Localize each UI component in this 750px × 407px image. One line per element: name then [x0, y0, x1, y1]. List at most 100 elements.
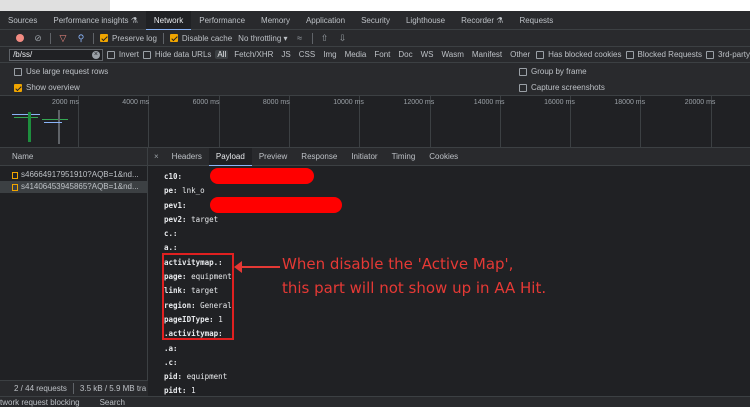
name-column-header[interactable]: Name — [0, 148, 147, 166]
timeline-bar — [58, 110, 60, 144]
hide-data-urls-checkbox[interactable]: Hide data URLs — [142, 50, 211, 59]
payload-key: c.: — [164, 229, 178, 239]
devtools-tab-requests[interactable]: Requests — [511, 11, 561, 30]
drawer-tab-twork-request-blocking[interactable]: twork request blocking — [0, 398, 80, 407]
timeline-bar — [12, 114, 40, 115]
disable-cache-checkbox[interactable]: Disable cache — [169, 33, 233, 43]
devtools-tab-performance-insights[interactable]: Performance insights ⚗ — [45, 11, 146, 30]
filter-type-media[interactable]: Media — [343, 50, 369, 59]
network-toolbar: ⊘ ▽ ⚲ Preserve log Disable cache No thro… — [0, 30, 750, 47]
capture-screenshots-label: Capture screenshots — [531, 83, 605, 92]
filter-type-doc[interactable]: Doc — [396, 50, 414, 59]
redaction-c10 — [210, 168, 314, 184]
filter-type-other[interactable]: Other — [508, 50, 532, 59]
tab-headers[interactable]: Headers — [165, 148, 209, 166]
request-count: 2 / 44 requests — [14, 384, 67, 393]
timeline-tick-label: 20000 ms — [684, 99, 716, 106]
third-party-checkbox[interactable]: 3rd-party — [705, 50, 750, 59]
devtools-tab-application[interactable]: Application — [298, 11, 353, 30]
throttling-value: No throttling — [238, 33, 282, 43]
timeline-tick-label: 4000 ms — [122, 99, 150, 106]
filter-input[interactable]: /b/ss/ × — [9, 48, 103, 61]
tab-initiator[interactable]: Initiator — [344, 148, 384, 166]
separator — [311, 32, 313, 44]
has-blocked-cookies-label: Has blocked cookies — [548, 50, 622, 59]
filter-type-font[interactable]: Font — [372, 50, 392, 59]
export-icon[interactable]: ⇩ — [337, 32, 349, 44]
timeline-tick-label: 10000 ms — [333, 99, 364, 106]
record-icon[interactable] — [14, 32, 26, 44]
blocked-requests-checkbox[interactable]: Blocked Requests — [625, 50, 702, 59]
invert-checkbox[interactable]: Invert — [106, 50, 139, 59]
timeline-bar — [44, 122, 62, 123]
capture-screenshots-checkbox[interactable]: Capture screenshots — [519, 83, 605, 92]
browser-tab-thumb — [0, 0, 110, 11]
large-rows-checkbox[interactable]: Use large request rows — [14, 67, 108, 76]
devtools-tab-sources[interactable]: Sources — [0, 11, 45, 30]
search-icon[interactable]: ⚲ — [75, 32, 87, 44]
tab-response[interactable]: Response — [294, 148, 344, 166]
close-details-icon[interactable]: × — [148, 152, 165, 161]
payload-value: lnk_o — [182, 186, 205, 196]
network-settings: Use large request rows Group by frame Sh… — [0, 63, 750, 96]
filter-icon[interactable]: ▽ — [57, 32, 69, 44]
drawer-tab-search[interactable]: Search — [100, 398, 125, 407]
payload-value: target — [191, 214, 219, 224]
payload-row: .a: — [164, 342, 232, 356]
payload-value: equipment — [186, 372, 228, 382]
payload-key: .a: — [164, 343, 178, 353]
filter-type-js[interactable]: JS — [279, 50, 292, 59]
tab-timing[interactable]: Timing — [385, 148, 423, 166]
preserve-log-label: Preserve log — [112, 33, 157, 43]
devtools-tab-lighthouse[interactable]: Lighthouse — [398, 11, 453, 30]
devtools-tab-performance[interactable]: Performance — [191, 11, 253, 30]
payload-key: pev2: — [164, 214, 187, 224]
tab-preview[interactable]: Preview — [252, 148, 294, 166]
request-list: Name s46664917951910?AQB=1&nd... s4140645… — [0, 148, 148, 396]
request-name: s46664917951910?AQB=1&nd... — [21, 170, 139, 179]
payload-key: pe: — [164, 186, 178, 196]
devtools-tab-memory[interactable]: Memory — [253, 11, 298, 30]
clear-icon[interactable]: ⊘ — [32, 32, 44, 44]
has-blocked-cookies-checkbox[interactable]: Has blocked cookies — [536, 50, 622, 59]
disable-cache-label: Disable cache — [181, 33, 233, 43]
timeline-tick-label: 2000 ms — [52, 99, 79, 106]
detail-tabs: × Headers Payload Preview Response Initiator… — [148, 147, 750, 166]
payload-row: c.: — [164, 227, 232, 241]
show-overview-checkbox[interactable]: Show overview — [14, 83, 80, 92]
request-row[interactable]: s46664917951910?AQB=1&nd... — [0, 169, 147, 181]
invert-label: Invert — [118, 50, 139, 59]
timeline-bar — [28, 112, 31, 142]
drawer-tabs: twork request blocking Search — [0, 396, 750, 407]
filter-type-manifest[interactable]: Manifest — [470, 50, 504, 59]
timeline-tick-label: 14000 ms — [473, 99, 505, 106]
timeline-tick-label: 6000 ms — [192, 99, 220, 106]
filter-type-all[interactable]: All — [215, 50, 229, 59]
devtools-tab-recorder[interactable]: Recorder ⚗ — [453, 11, 511, 30]
annotation-line-2: this part will not show up in AA Hit. — [282, 279, 547, 297]
tab-payload[interactable]: Payload — [208, 147, 252, 166]
filter-type-css[interactable]: CSS — [297, 50, 317, 59]
group-by-frame-checkbox[interactable]: Group by frame — [519, 67, 587, 76]
annotation-line-1: When disable the 'Active Map', — [282, 255, 514, 273]
filter-type-ws[interactable]: WS — [419, 50, 436, 59]
filter-type-fetch-xhr[interactable]: Fetch/XHR — [232, 50, 275, 59]
timeline-tick-label: 16000 ms — [544, 99, 575, 106]
payload-row: pev2: target — [164, 213, 232, 227]
activitymap-highlight-box — [162, 253, 234, 340]
throttling-select[interactable]: No throttling ▾ — [238, 34, 287, 43]
devtools-tab-network[interactable]: Network — [145, 10, 192, 30]
filter-type-wasm[interactable]: Wasm — [440, 50, 466, 59]
preserve-log-checkbox[interactable]: Preserve log — [100, 34, 157, 43]
timeline-overview[interactable]: 2000 ms 4000 ms 6000 ms 8000 ms 10000 ms 1200… — [0, 96, 750, 148]
payload-row: .c: — [164, 356, 232, 370]
timeline-bar — [14, 117, 38, 118]
tab-cookies[interactable]: Cookies — [422, 148, 465, 166]
clear-filter-icon[interactable]: × — [91, 50, 100, 59]
wifi-icon[interactable]: ≈ — [294, 32, 306, 44]
blocked-requests-label: Blocked Requests — [637, 50, 702, 59]
request-row[interactable]: s41406453945865?AQB=1&nd... — [0, 181, 147, 193]
devtools-tab-security[interactable]: Security — [353, 11, 398, 30]
import-icon[interactable]: ⇧ — [319, 32, 331, 44]
filter-type-img[interactable]: Img — [321, 50, 338, 59]
